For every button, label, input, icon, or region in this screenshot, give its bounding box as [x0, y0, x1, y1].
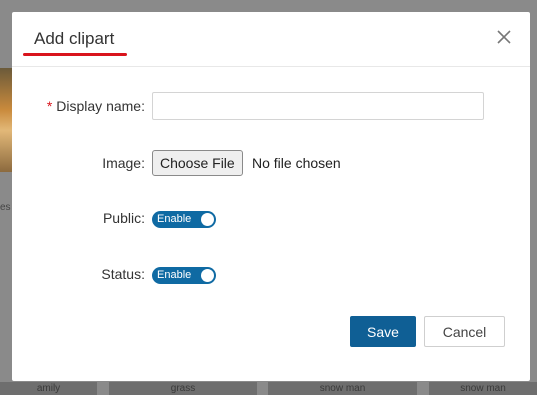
file-status-text: No file chosen [252, 155, 341, 171]
image-row: Image: Choose File No file chosen [12, 150, 530, 180]
background-card-label: amily [0, 382, 97, 395]
toggle-knob [201, 269, 214, 282]
add-clipart-dialog: Add clipart * Display name: Image: Choose… [12, 12, 530, 381]
status-toggle-text: Enable [157, 269, 192, 281]
save-button[interactable]: Save [350, 316, 416, 347]
display-name-label: * Display name: [46, 98, 145, 114]
dialog-header: Add clipart [12, 12, 530, 67]
background-card-label: snow man [429, 382, 537, 395]
background-side-label: es [0, 202, 11, 213]
close-icon [497, 30, 511, 44]
status-row: Status: Enable [12, 266, 530, 286]
public-toggle-text: Enable [157, 213, 192, 225]
background-thumbnail [0, 68, 12, 172]
public-label: Public: [102, 210, 145, 226]
display-name-row: * Display name: [12, 91, 530, 121]
cancel-button[interactable]: Cancel [424, 316, 505, 347]
choose-file-button[interactable]: Choose File [152, 150, 243, 176]
title-underline [23, 53, 127, 56]
status-toggle[interactable]: Enable [152, 267, 216, 284]
close-button[interactable] [494, 27, 514, 47]
dialog-title: Add clipart [34, 29, 115, 48]
public-toggle[interactable]: Enable [152, 211, 216, 228]
display-name-input[interactable] [152, 92, 484, 120]
toggle-knob [201, 213, 214, 226]
required-mark: * [46, 98, 53, 114]
status-label: Status: [101, 266, 145, 282]
image-label: Image: [102, 155, 145, 171]
background-card-label: snow man [268, 382, 417, 395]
public-row: Public: Enable [12, 210, 530, 230]
background-card-label: grass [109, 382, 257, 395]
